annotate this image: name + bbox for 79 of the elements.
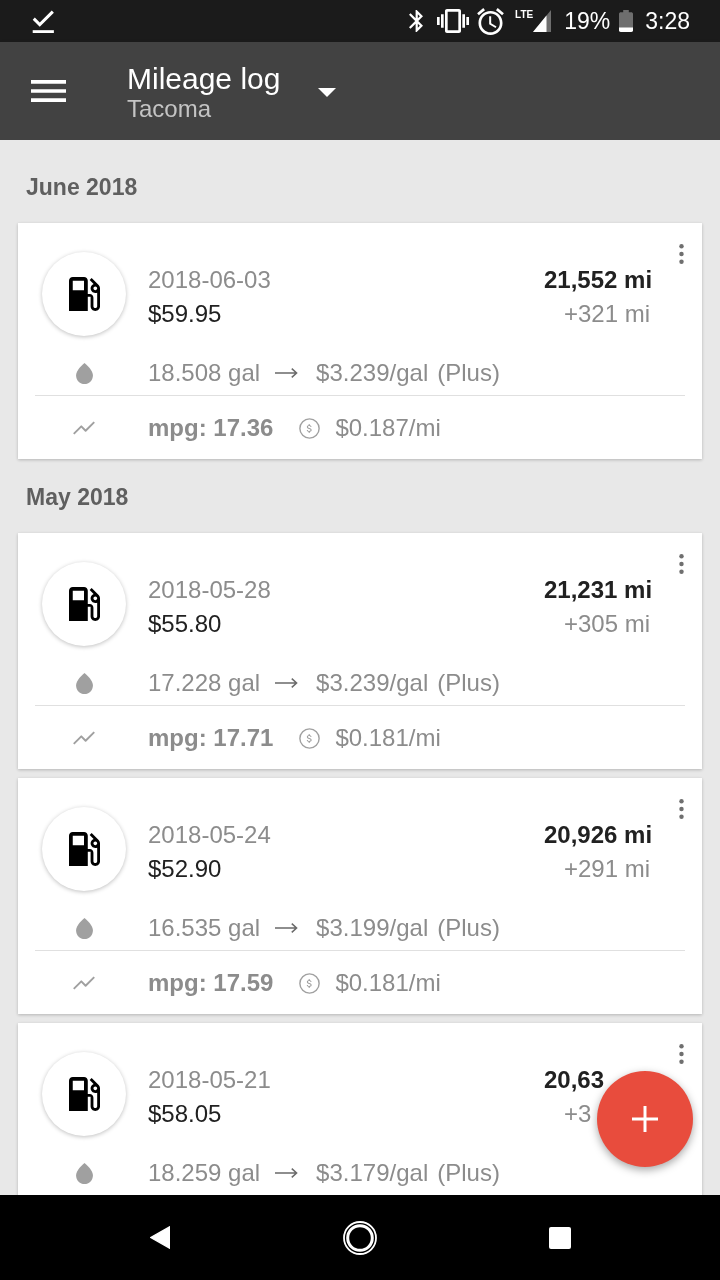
dollar-coin-icon [299,727,321,749]
arrow-icon [275,1167,299,1179]
water-drop-icon [75,1162,93,1184]
entry-date: 2018-05-24 [148,820,271,850]
fuel-grade: (Plus) [437,1158,500,1188]
app-title: Mileage log [127,63,281,95]
fuel-grade: (Plus) [437,668,500,698]
arrow-icon [275,367,299,379]
cost-per-mile: $0.187/mi [335,413,441,443]
water-drop-icon [75,672,93,694]
fuel-volume: 16.535 gal [148,913,261,943]
arrow-icon [275,922,299,934]
signal-icon [533,10,552,32]
clock-time: 3:28 [645,7,690,35]
alarm-clock-icon [477,7,505,35]
fuel-entry-card[interactable]: 2018-05-24 $52.90 20,926 mi +291 mi 16.535 gal $3.199/gal (Plus) mpg: 17.59 $0.181/mi [18,778,702,1014]
fuel-volume: 18.259 gal [148,1158,261,1188]
entry-date: 2018-06-03 [148,265,271,295]
entry-date: 2018-05-28 [148,575,271,605]
battery-percentage: 19% [564,7,611,35]
dropdown-caret-icon[interactable] [318,87,337,97]
odometer-reading: 21,231 mi [544,575,653,605]
vibrate-icon [437,9,470,33]
fuel-pump-icon [42,807,126,891]
fuel-volume: 17.228 gal [148,668,261,698]
entry-date: 2018-05-21 [148,1065,271,1095]
cost-per-mile: $0.181/mi [335,968,441,998]
distance-driven: +305 mi [564,609,651,639]
dollar-coin-icon [299,972,321,994]
bluetooth-icon [409,10,424,32]
fuel-grade: (Plus) [437,358,500,388]
network-type: LTE [515,9,534,20]
total-cost: $59.95 [148,299,222,329]
trend-line-icon [72,976,96,990]
more-options-icon[interactable] [679,244,684,264]
fuel-volume: 18.508 gal [148,358,261,388]
fuel-pump-icon [42,252,126,336]
total-cost: $52.90 [148,854,222,884]
total-cost: $55.80 [148,609,222,639]
distance-driven: +321 mi [564,299,651,329]
home-icon[interactable] [343,1220,377,1255]
fuel-pump-icon [42,1052,126,1136]
menu-icon[interactable] [31,80,66,102]
plus-icon [632,1106,658,1132]
fuel-entry-card[interactable]: 2018-06-03 $59.95 21,552 mi +321 mi 18.508 gal $3.239/gal (Plus) mpg: 17.36 $0.187/mi [18,223,702,459]
water-drop-icon [75,362,93,384]
check-icon [32,9,56,33]
water-drop-icon [75,917,93,939]
fuel-economy: mpg: 17.71 [148,723,274,753]
price-per-gallon: $3.239/gal [316,358,429,388]
fuel-entry-card[interactable]: 2018-05-28 $55.80 21,231 mi +305 mi 17.228 gal $3.239/gal (Plus) mpg: 17.71 $0.181/mi [18,533,702,769]
arrow-icon [275,677,299,689]
odometer-reading: 20,63 [544,1065,605,1095]
price-per-gallon: $3.179/gal [316,1158,429,1188]
odometer-reading: 20,926 mi [544,820,653,850]
odometer-reading: 21,552 mi [544,265,653,295]
fuel-economy: mpg: 17.36 [148,413,274,443]
battery-icon [619,10,634,32]
price-per-gallon: $3.239/gal [316,668,429,698]
section-header: May 2018 [26,483,129,512]
back-icon[interactable] [150,1226,170,1249]
distance-driven: +3 [564,1099,592,1129]
total-cost: $58.05 [148,1099,222,1129]
fuel-entry-card[interactable]: 2018-05-21 $58.05 20,63 +3 18.259 gal $3.179/gal (Plus) [18,1023,702,1195]
fuel-grade: (Plus) [437,913,500,943]
trend-line-icon [72,731,96,745]
recent-apps-icon[interactable] [549,1226,571,1249]
more-options-icon[interactable] [679,799,684,819]
cost-per-mile: $0.181/mi [335,723,441,753]
fuel-pump-icon [42,562,126,646]
vehicle-name: Tacoma [127,95,212,123]
section-header: June 2018 [26,173,138,202]
price-per-gallon: $3.199/gal [316,913,429,943]
more-options-icon[interactable] [679,1044,684,1064]
trend-line-icon [72,421,96,435]
more-options-icon[interactable] [679,554,684,574]
dollar-coin-icon [299,417,321,439]
distance-driven: +291 mi [564,854,651,884]
fuel-economy: mpg: 17.59 [148,968,274,998]
